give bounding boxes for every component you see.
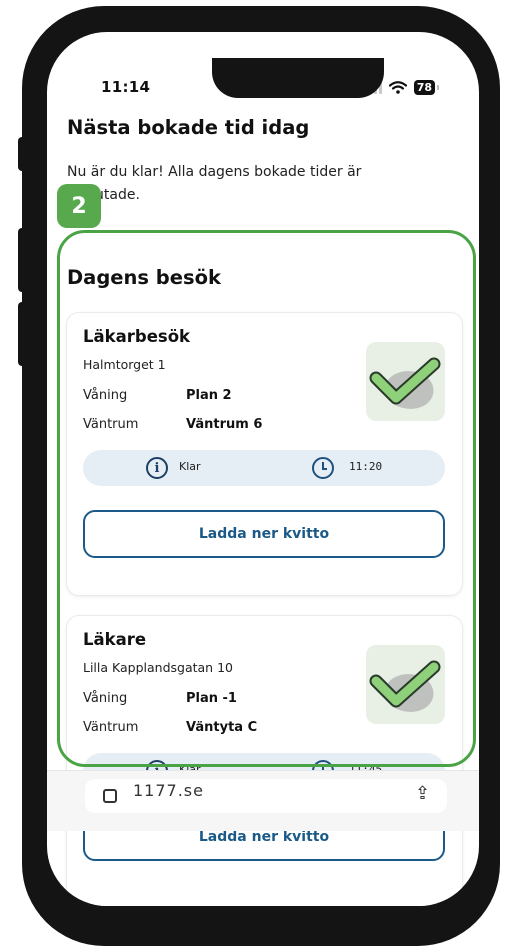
battery-icon: 78 <box>413 80 440 95</box>
status-time: 11:14 <box>101 78 151 96</box>
wifi-icon <box>388 81 407 94</box>
address-bar[interactable]: 1177.se ⇪ <box>85 779 447 813</box>
mute-switch <box>18 137 28 171</box>
phone-screen: 11:14 78 Nästa bokade tid idag Nu är du … <box>47 32 479 906</box>
page-title: Nästa bokade tid idag <box>67 116 310 139</box>
browser-toolbar: 1177.se ⇪ <box>47 770 479 831</box>
annotation-highlight-frame <box>57 230 476 767</box>
volume-down-button <box>18 302 28 366</box>
annotation-badge: 2 <box>57 184 101 228</box>
volume-up-button <box>18 228 28 292</box>
tabs-icon[interactable] <box>103 789 117 803</box>
notch <box>212 58 384 98</box>
share-icon[interactable]: ⇪ <box>415 783 430 804</box>
intro-text: Nu är du klar! Alla dagens bokade tider … <box>67 164 362 203</box>
url-text[interactable]: 1177.se <box>133 781 204 800</box>
